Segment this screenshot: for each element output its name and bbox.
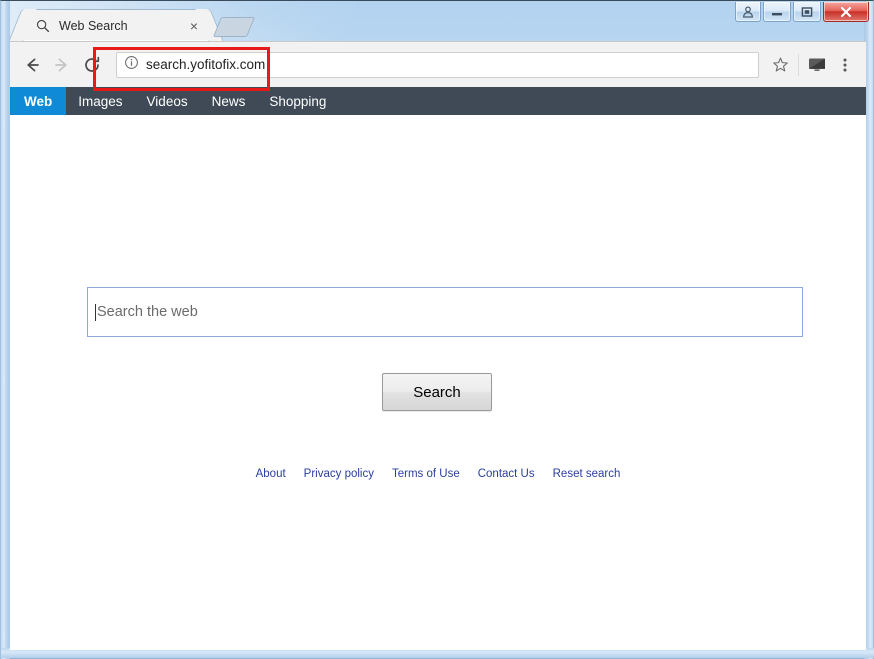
tab-title: Web Search — [59, 18, 128, 33]
window-left-border — [1, 1, 10, 659]
search-input-container: Search the web — [87, 287, 803, 337]
nav-label-shopping: Shopping — [269, 93, 327, 109]
sidebar-item-news[interactable]: News — [200, 87, 258, 115]
page-viewport: Web Images Videos News Shopping Search t… — [10, 87, 866, 650]
nav-label-videos: Videos — [146, 93, 188, 109]
nav-label-images: Images — [78, 93, 123, 109]
window-controls — [735, 2, 869, 22]
tab-close-icon[interactable]: × — [186, 18, 202, 34]
footer-link-about[interactable]: About — [256, 468, 286, 480]
cast-button[interactable] — [804, 52, 830, 78]
nav-label-web: Web — [24, 93, 53, 109]
bookmark-button[interactable] — [767, 52, 793, 78]
search-button-label: Search — [413, 383, 461, 401]
close-button[interactable] — [823, 2, 869, 22]
sidebar-item-images[interactable]: Images — [66, 87, 134, 115]
sidebar-item-videos[interactable]: Videos — [135, 87, 200, 115]
back-button[interactable] — [18, 51, 46, 79]
back-arrow-icon — [27, 58, 39, 71]
info-circle-icon[interactable] — [124, 55, 139, 75]
browser-window: Web Search × search.yofitofix.com Web Im… — [0, 0, 874, 659]
chrome-menu-button[interactable] — [832, 52, 858, 78]
footer-link-contact-us[interactable]: Contact Us — [478, 468, 535, 480]
new-tab-button[interactable] — [212, 17, 256, 37]
forward-button — [48, 51, 76, 79]
minimize-button[interactable] — [763, 2, 791, 22]
search-button[interactable]: Search — [382, 373, 492, 411]
reload-button[interactable] — [78, 51, 106, 79]
three-dots-icon — [843, 57, 847, 72]
footer-link-reset-search[interactable]: Reset search — [553, 468, 621, 480]
nav-label-news: News — [211, 93, 246, 109]
footer-links: About Privacy policy Terms of Use Contac… — [10, 468, 866, 480]
address-bar[interactable]: search.yofitofix.com — [116, 51, 759, 78]
footer-link-terms-of-use[interactable]: Terms of Use — [392, 468, 460, 480]
browser-tab[interactable]: Web Search × — [23, 9, 209, 41]
footer-link-privacy-policy[interactable]: Privacy policy — [304, 468, 374, 480]
title-bar: Web Search × — [1, 1, 874, 41]
sidebar-item-shopping[interactable]: Shopping — [257, 87, 338, 115]
search-page-body: Search the web Search About Privacy poli… — [10, 115, 866, 650]
star-icon — [772, 57, 788, 72]
address-bar-url: search.yofitofix.com — [146, 57, 266, 72]
cast-icon — [809, 58, 825, 71]
maximize-button[interactable] — [793, 2, 821, 22]
user-account-button[interactable] — [735, 2, 761, 22]
sidebar-item-web[interactable]: Web — [10, 87, 67, 115]
search-input[interactable]: Search the web — [87, 287, 803, 337]
site-navigation-bar: Web Images Videos News Shopping — [10, 87, 866, 115]
toolbar-divider — [798, 53, 799, 76]
search-input-placeholder: Search the web — [97, 304, 198, 320]
browser-toolbar: search.yofitofix.com — [10, 41, 866, 87]
reload-icon — [85, 56, 100, 72]
forward-arrow-icon — [55, 58, 67, 71]
magnifier-icon — [35, 18, 51, 34]
